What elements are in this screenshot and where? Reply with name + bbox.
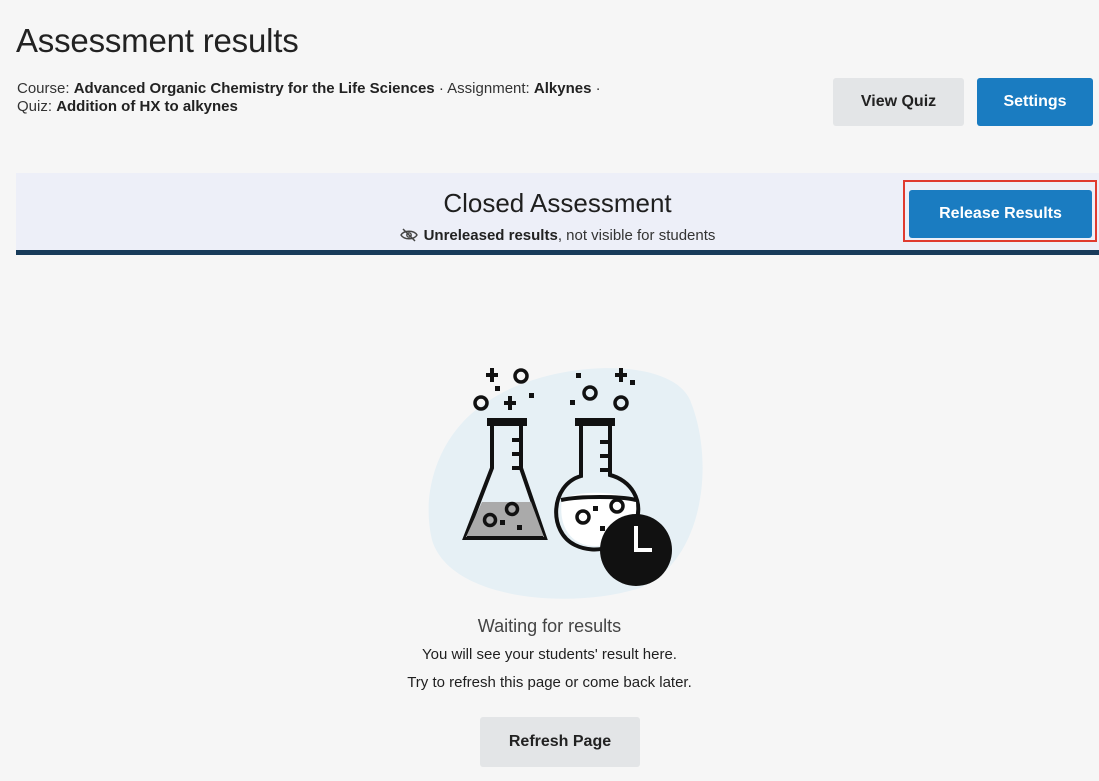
quiz-name: Addition of HX to alkynes xyxy=(56,98,238,115)
empty-state-title: Waiting for results xyxy=(477,616,622,636)
course-label: Course: xyxy=(17,80,70,97)
assignment-name: Alkynes xyxy=(533,80,592,97)
separator: · xyxy=(438,80,444,97)
status-text: , not visible for students xyxy=(557,227,716,244)
assignment-label: Assignment: xyxy=(447,80,530,97)
page-title: Assessment results xyxy=(16,22,299,59)
status-bold: Unreleased results xyxy=(423,227,558,244)
eye-off-icon xyxy=(399,228,418,246)
empty-state-message: You will see your students' result here. xyxy=(422,646,677,663)
refresh-page-button[interactable]: Refresh Page xyxy=(480,717,640,767)
view-quiz-button[interactable]: View Quiz xyxy=(833,78,964,126)
separator: · xyxy=(595,80,601,97)
settings-button[interactable]: Settings xyxy=(977,78,1093,126)
quiz-label: Quiz: xyxy=(17,98,53,115)
empty-state-hint: Try to refresh this page or come back la… xyxy=(407,674,692,691)
chemistry-flasks-illustration xyxy=(428,368,703,599)
course-name: Advanced Organic Chemistry for the Life … xyxy=(73,80,435,97)
highlight-box xyxy=(903,180,1097,242)
breadcrumb: Course: Advanced Organic Chemistry for t… xyxy=(17,80,777,116)
